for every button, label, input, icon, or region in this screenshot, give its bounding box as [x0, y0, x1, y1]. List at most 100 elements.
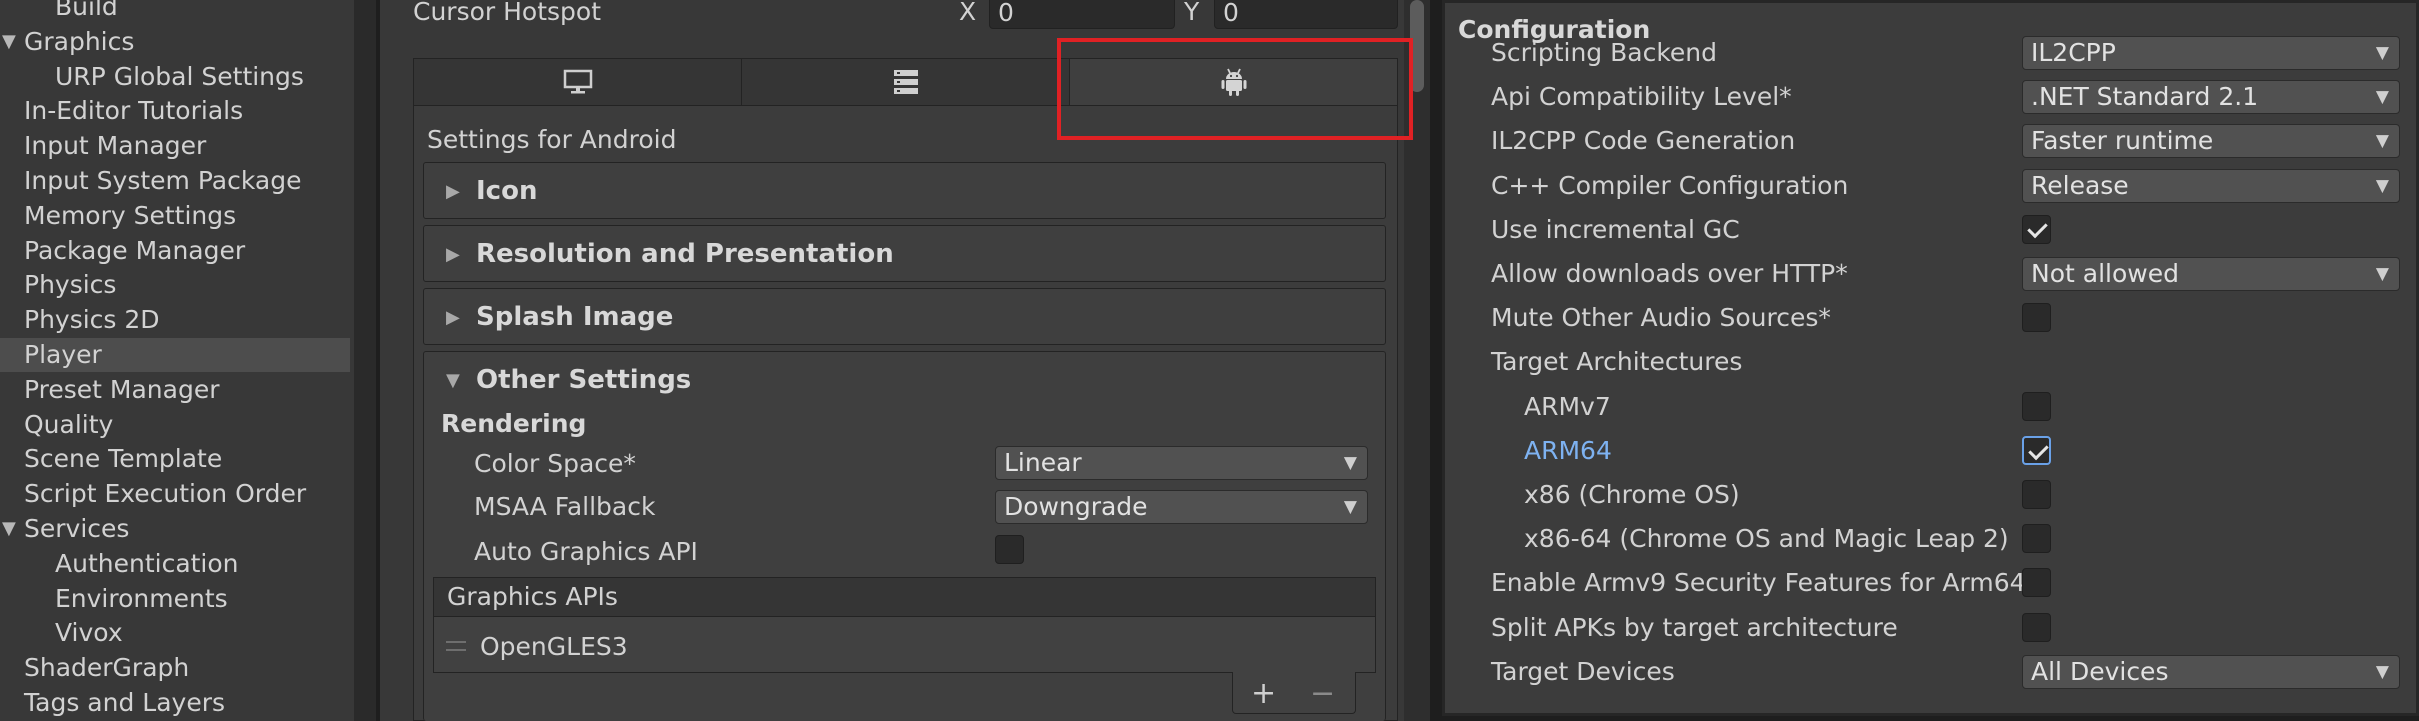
- sidebar-item-label: Build: [55, 0, 118, 21]
- config-checkbox[interactable]: [2022, 568, 2051, 598]
- config-row-label: ARM64: [1524, 435, 1612, 465]
- chevron-down-icon: ▼: [1343, 453, 1357, 473]
- chevron-down-icon: ▼: [2375, 43, 2389, 63]
- config-checkbox[interactable]: [2022, 214, 2051, 244]
- sidebar-item-label: Authentication: [55, 548, 239, 578]
- sidebar-item[interactable]: Physics 2D: [0, 303, 350, 337]
- dropdown-value: IL2CPP: [2031, 38, 2116, 67]
- sidebar-item-label: Input System Package: [24, 166, 302, 195]
- foldout-arrow-icon[interactable]: ▼: [2, 512, 16, 546]
- config-dropdown[interactable]: Release ▼: [2022, 168, 2400, 203]
- sidebar-item-label: Quality: [24, 409, 114, 439]
- config-row-label: Scripting Backend: [1491, 38, 1718, 67]
- sidebar-item[interactable]: In-Editor Tutorials: [0, 94, 350, 128]
- foldout-icon[interactable]: ▶ Icon: [423, 162, 1386, 219]
- sidebar-item[interactable]: Memory Settings: [0, 199, 350, 233]
- config-checkbox[interactable]: [2022, 612, 2051, 642]
- config-checkbox[interactable]: [2022, 435, 2051, 465]
- sidebar-item[interactable]: Player: [0, 338, 350, 372]
- config-row-label: Enable Armv9 Security Features for Arm64: [1491, 568, 2026, 598]
- chevron-down-icon: ▼: [2375, 661, 2389, 682]
- graphics-api-item[interactable]: OpenGLES3: [480, 630, 628, 664]
- chevron-down-icon: ▼: [2375, 264, 2389, 284]
- sidebar-item[interactable]: Script Execution Order: [0, 477, 350, 511]
- config-row-label: Api Compatibility Level*: [1491, 82, 1792, 112]
- config-checkbox[interactable]: [2022, 391, 2051, 421]
- config-dropdown[interactable]: IL2CPP ▼: [2022, 36, 2400, 70]
- sidebar-item[interactable]: Environments: [0, 582, 350, 616]
- config-checkbox[interactable]: [2022, 524, 2051, 554]
- hotspot-y-field[interactable]: 0: [1214, 0, 1398, 29]
- sidebar-item[interactable]: Preset Manager: [0, 373, 350, 407]
- config-checkbox[interactable]: [2022, 480, 2051, 509]
- chevron-down-icon: ▼: [2375, 87, 2389, 108]
- foldout-expanded-arrow-icon: ▼: [446, 370, 460, 391]
- sidebar-item-label: Tags and Layers: [24, 688, 226, 717]
- sidebar-item-label: Script Execution Order: [24, 479, 307, 509]
- sidebar-item[interactable]: Input Manager: [0, 129, 350, 163]
- sidebar-item[interactable]: Physics: [0, 268, 350, 302]
- sidebar-item[interactable]: Build: [0, 0, 350, 24]
- msaa-fallback-dropdown[interactable]: Downgrade ▼: [995, 490, 1368, 524]
- cursor-hotspot-label: Cursor Hotspot: [413, 0, 602, 26]
- sidebar-item-label: Package Manager: [24, 235, 246, 265]
- foldout-arrow-icon[interactable]: ▼: [2, 25, 16, 59]
- foldout-title: Icon: [476, 176, 538, 206]
- hotspot-x-field[interactable]: 0: [989, 0, 1175, 29]
- sidebar-item-label: Input Manager: [24, 131, 207, 161]
- config-dropdown[interactable]: All Devices ▼: [2022, 654, 2400, 689]
- sidebar-item[interactable]: Vivox: [0, 616, 350, 650]
- dropdown-value: Faster runtime: [2031, 126, 2214, 156]
- auto-graphics-api-label: Auto Graphics API: [474, 537, 698, 566]
- sidebar-item[interactable]: Tags and Layers: [0, 686, 350, 720]
- auto-graphics-api-checkbox[interactable]: [995, 535, 1024, 564]
- config-row-label: x86-64 (Chrome OS and Magic Leap 2): [1524, 524, 2009, 554]
- sidebar-item[interactable]: Input System Package: [0, 164, 350, 198]
- foldout-title: Other Settings: [476, 365, 692, 395]
- foldout-splash-image[interactable]: ▶ Splash Image: [423, 288, 1386, 345]
- sidebar-item[interactable]: URP Global Settings: [0, 60, 350, 94]
- dropdown-value: .NET Standard 2.1: [2031, 82, 2259, 112]
- sidebar-scrollbar[interactable]: [354, 0, 376, 721]
- foldout-resolution-and-presentation[interactable]: ▶ Resolution and Presentation: [423, 225, 1386, 282]
- msaa-fallback-label: MSAA Fallback: [474, 492, 656, 521]
- sidebar-item[interactable]: Scene Template: [0, 442, 350, 476]
- config-row-label: Use incremental GC: [1491, 214, 1740, 244]
- rendering-heading: Rendering: [441, 409, 587, 438]
- sidebar-item-label: Player: [24, 340, 102, 369]
- drag-handle-icon[interactable]: [446, 641, 466, 651]
- sidebar-item[interactable]: ▼ Graphics: [0, 25, 350, 59]
- sidebar-item-label: Environments: [55, 583, 228, 613]
- foldout-collapsed-arrow-icon: ▶: [446, 181, 460, 202]
- add-graphics-api-button[interactable]: +: [1251, 674, 1276, 714]
- sidebar-item[interactable]: ShaderGraph: [0, 651, 350, 685]
- sidebar-item-label: Vivox: [55, 618, 123, 648]
- config-row-label: IL2CPP Code Generation: [1491, 126, 1796, 156]
- remove-graphics-api-button[interactable]: −: [1310, 674, 1335, 714]
- config-checkbox[interactable]: [2022, 303, 2051, 333]
- dropdown-value: Not allowed: [2031, 259, 2179, 288]
- dropdown-value: Release: [2031, 170, 2129, 200]
- sidebar-item[interactable]: Quality: [0, 408, 350, 442]
- sidebar-item[interactable]: ▼ Services: [0, 512, 350, 546]
- sidebar-item-label: Graphics: [24, 26, 135, 56]
- config-dropdown[interactable]: Not allowed ▼: [2022, 257, 2400, 291]
- sidebar-item-label: Physics 2D: [24, 305, 160, 335]
- dropdown-value: Downgrade: [1004, 492, 1148, 521]
- dropdown-value: Linear: [1004, 448, 1082, 477]
- config-dropdown[interactable]: .NET Standard 2.1 ▼: [2022, 80, 2400, 115]
- foldout-collapsed-arrow-icon: ▶: [446, 244, 460, 265]
- sidebar-item[interactable]: Authentication: [0, 547, 350, 581]
- server-icon: [893, 70, 918, 94]
- config-row-label: Allow downloads over HTTP*: [1491, 259, 1848, 288]
- config-dropdown[interactable]: Faster runtime ▼: [2022, 124, 2400, 159]
- color-space-dropdown[interactable]: Linear ▼: [995, 446, 1368, 480]
- sidebar-item[interactable]: Package Manager: [0, 234, 350, 268]
- tab-desktop[interactable]: [414, 59, 742, 105]
- sidebar-item-label: ShaderGraph: [24, 653, 190, 683]
- tab-dedicated-server[interactable]: [742, 59, 1070, 105]
- dropdown-value: All Devices: [2031, 656, 2169, 686]
- config-row-label: Split APKs by target architecture: [1491, 612, 1898, 642]
- desktop-icon: [563, 69, 592, 94]
- config-row-label: Mute Other Audio Sources*: [1491, 303, 1831, 333]
